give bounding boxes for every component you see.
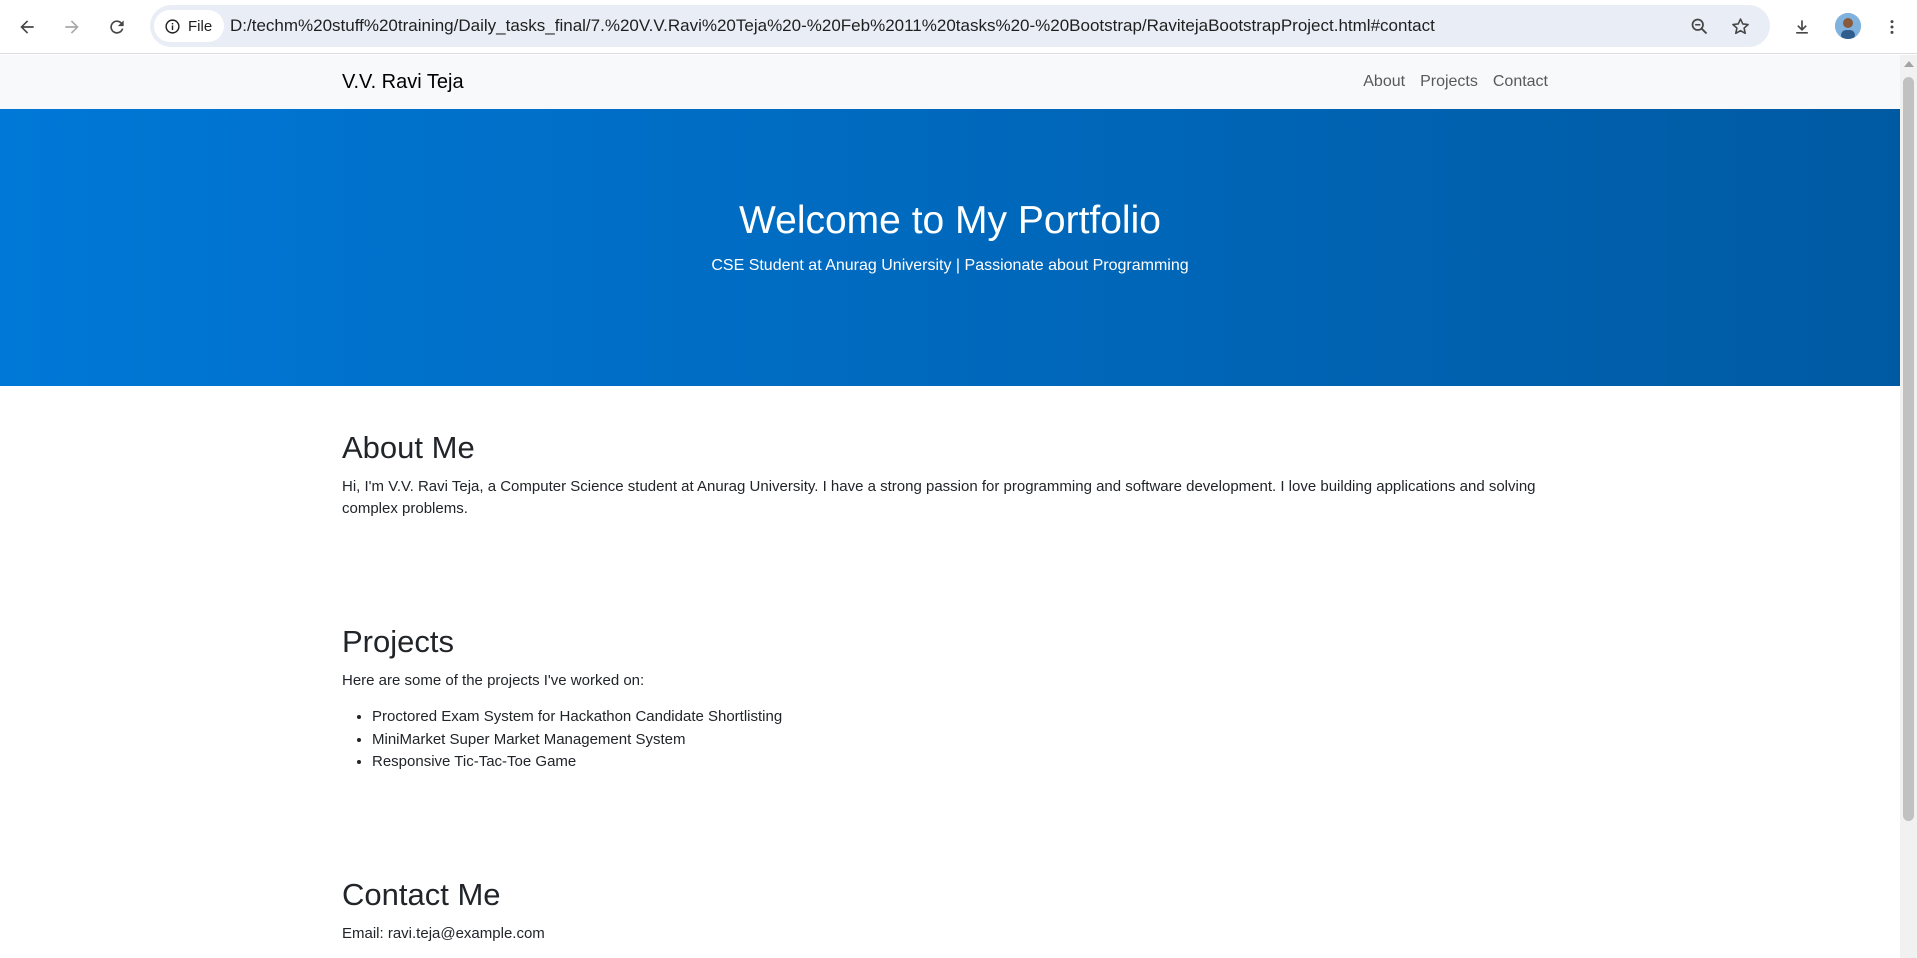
projects-section: Projects Here are some of the projects I… <box>342 624 1562 774</box>
navbar-brand[interactable]: V.V. Ravi Teja <box>342 55 464 109</box>
contact-section: Contact Me Email: ravi.teja@example.com <box>342 877 1562 945</box>
about-section: About Me Hi, I'm V.V. Ravi Teja, a Compu… <box>342 430 1562 520</box>
avatar[interactable] <box>1835 13 1861 39</box>
projects-heading: Projects <box>342 624 454 659</box>
project-item: Responsive Tic-Tac-Toe Game <box>372 751 1562 774</box>
projects-list: Proctored Exam System for Hackathon Cand… <box>342 706 1562 774</box>
hero-subtitle: CSE Student at Anurag University | Passi… <box>711 257 1189 274</box>
nav-link-contact[interactable]: Contact <box>1493 73 1548 91</box>
hero-title: Welcome to My Portfolio <box>739 199 1161 242</box>
site-chip-label: File <box>188 17 213 35</box>
zoom-icon[interactable] <box>1683 10 1715 42</box>
forward-icon[interactable] <box>56 11 88 43</box>
project-item: Proctored Exam System for Hackathon Cand… <box>372 706 1562 729</box>
page-scrollbar[interactable] <box>1900 55 1917 958</box>
scrollbar-thumb[interactable] <box>1903 77 1914 821</box>
url-text[interactable]: D:/techm%20stuff%20training/Daily_tasks_… <box>230 5 1435 47</box>
more-icon[interactable] <box>1876 11 1908 43</box>
back-icon[interactable] <box>11 11 43 43</box>
reload-icon[interactable] <box>101 11 133 43</box>
about-text: Hi, I'm V.V. Ravi Teja, a Computer Scien… <box>342 478 1536 517</box>
browser-toolbar: File D:/techm%20stuff%20training/Daily_t… <box>0 0 1917 54</box>
download-icon[interactable] <box>1786 11 1818 43</box>
site-info-chip[interactable]: File <box>154 10 225 42</box>
info-icon <box>165 18 180 34</box>
nav-link-projects[interactable]: Projects <box>1420 73 1478 91</box>
nav-link-about[interactable]: About <box>1363 73 1405 91</box>
about-heading: About Me <box>342 430 475 465</box>
address-bar[interactable]: File D:/techm%20stuff%20training/Daily_t… <box>150 5 1770 47</box>
page-viewport: V.V. Ravi Teja About Projects Contact We… <box>0 55 1900 958</box>
contact-heading: Contact Me <box>342 877 501 912</box>
site-navbar: V.V. Ravi Teja About Projects Contact <box>0 55 1900 109</box>
project-item: MiniMarket Super Market Management Syste… <box>372 729 1562 752</box>
hero-banner: Welcome to My Portfolio CSE Student at A… <box>0 109 1900 386</box>
navbar-links: About Projects Contact <box>1363 55 1548 109</box>
scroll-up-icon[interactable] <box>1904 61 1914 67</box>
projects-intro: Here are some of the projects I've worke… <box>342 672 645 689</box>
contact-email: Email: ravi.teja@example.com <box>342 925 545 942</box>
star-icon[interactable] <box>1724 10 1756 42</box>
